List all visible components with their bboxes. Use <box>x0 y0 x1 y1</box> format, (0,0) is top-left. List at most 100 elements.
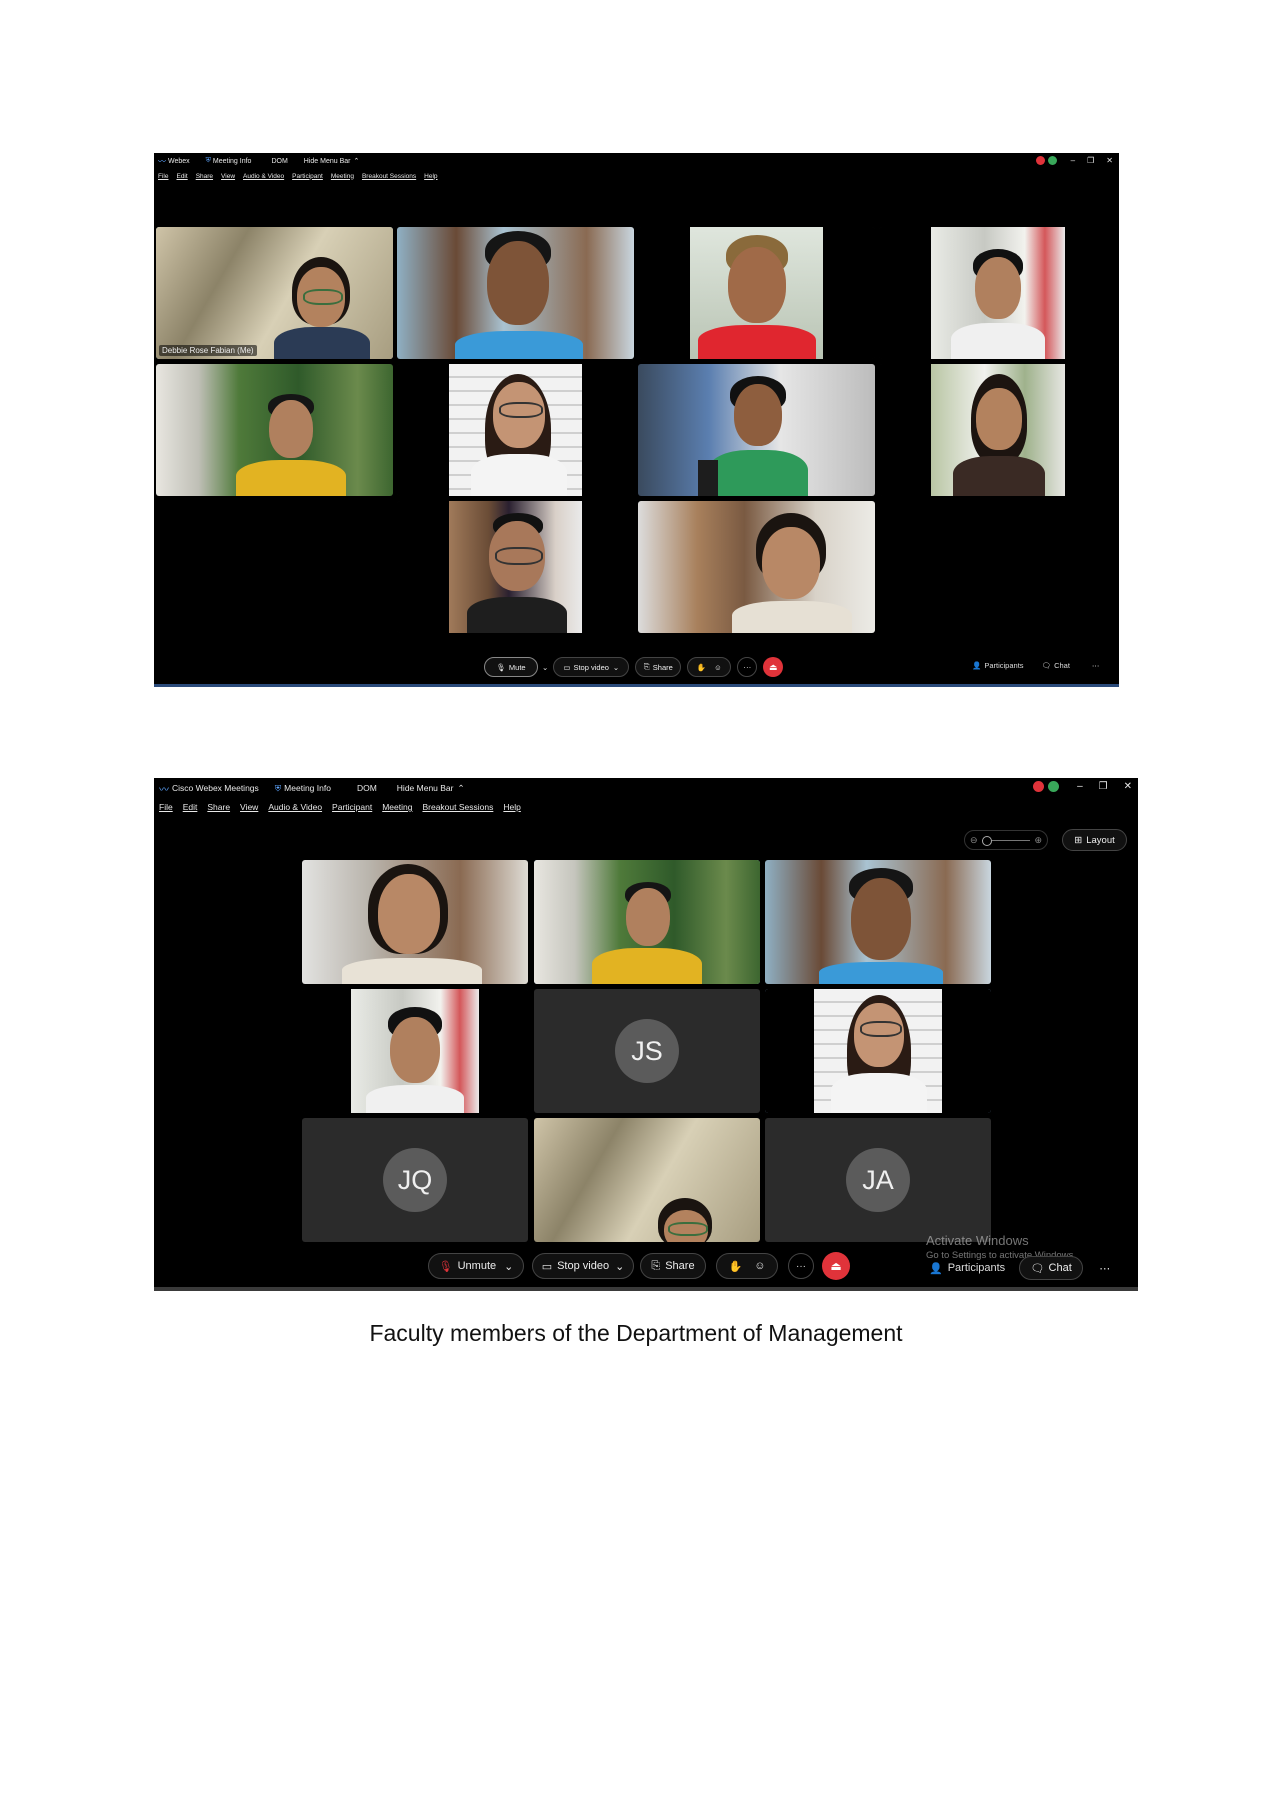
leave-icon: ⏏ <box>830 1259 842 1273</box>
webex-app-menu[interactable]: 〰 Webex <box>158 156 190 167</box>
meeting-controls: 🎙 Mute ⌄ ▭ Stop video ⌄ ⎘ Share ✋ ☺ ··· … <box>484 656 784 678</box>
webex-window-2: 〰 Cisco Webex Meetings ⛨ Meeting Info DO… <box>154 778 1138 1291</box>
minimize-icon[interactable]: – <box>1077 781 1083 792</box>
maximize-icon[interactable]: ❐ <box>1099 781 1108 792</box>
recording-status-icon <box>1035 156 1045 165</box>
zoom-out-icon[interactable]: ⊖ <box>970 835 978 846</box>
menu-share[interactable]: Share <box>207 802 230 812</box>
menu-edit[interactable]: Edit <box>183 802 198 812</box>
video-tile[interactable] <box>638 501 875 633</box>
chat-button[interactable]: 🗨 Chat <box>1042 661 1070 670</box>
chevron-down-icon: ⌄ <box>612 662 620 672</box>
window-controls: – ❐ ✕ <box>1033 781 1132 792</box>
more-options-button[interactable]: ··· <box>788 1253 814 1279</box>
video-tile[interactable] <box>638 227 875 359</box>
people-icon: 👤 <box>972 661 982 670</box>
chevron-down-icon[interactable]: ⌄ <box>542 663 548 672</box>
video-tile[interactable] <box>397 227 634 359</box>
minimize-icon[interactable]: – <box>1071 156 1075 165</box>
emoji-reaction-icon[interactable]: ☺ <box>714 663 722 672</box>
chat-button[interactable]: 🗨 Chat <box>1019 1256 1084 1280</box>
hide-menu-bar-button[interactable]: Hide Menu Bar ⌃ <box>397 783 465 794</box>
menu-breakout-sessions[interactable]: Breakout Sessions <box>422 802 493 812</box>
webex-app-menu[interactable]: 〰 Cisco Webex Meetings <box>159 781 259 796</box>
menu-edit[interactable]: Edit <box>176 173 187 180</box>
menu-meeting[interactable]: Meeting <box>331 173 354 180</box>
video-tile[interactable] <box>156 364 393 496</box>
video-tile-speaking[interactable] <box>765 989 991 1113</box>
zoom-slider-handle[interactable] <box>981 835 992 846</box>
video-tile[interactable] <box>534 860 760 984</box>
raise-hand-icon[interactable]: ✋ <box>697 663 706 672</box>
meeting-name: DOM <box>271 157 288 165</box>
raise-hand-icon[interactable]: ✋ <box>729 1260 743 1273</box>
avatar: JQ <box>383 1148 447 1212</box>
share-button[interactable]: ⎘ Share <box>635 657 682 677</box>
menu-participant[interactable]: Participant <box>332 802 372 812</box>
menu-view[interactable]: View <box>221 173 235 180</box>
participants-button[interactable]: 👤 Participants <box>972 661 1024 670</box>
menu-share[interactable]: Share <box>196 173 213 180</box>
video-tile[interactable] <box>397 501 634 633</box>
participant-face <box>728 247 786 323</box>
avatar-tile-js[interactable]: JS <box>534 989 760 1113</box>
unmute-button[interactable]: 🎙 Unmute ⌄ <box>428 1253 524 1279</box>
microphone-muted-icon: 🎙 <box>438 1260 453 1273</box>
video-camera-icon: ▭ <box>563 662 571 672</box>
shield-icon: ⛨ <box>205 157 211 164</box>
more-options-button[interactable]: ··· <box>737 657 758 677</box>
stop-video-button[interactable]: ▭ Stop video ⌄ <box>532 1253 634 1279</box>
emoji-reaction-icon[interactable]: ☺ <box>754 1260 765 1272</box>
leave-meeting-button[interactable]: ⏏ <box>763 657 784 677</box>
video-tile[interactable] <box>397 364 634 496</box>
menu-meeting[interactable]: Meeting <box>382 802 412 812</box>
taskbar-strip <box>154 684 1119 687</box>
meeting-info-button[interactable]: ⛨ Meeting Info <box>206 157 252 165</box>
menu-audio-video[interactable]: Audio & Video <box>243 173 284 180</box>
video-tile[interactable] <box>638 364 875 496</box>
menu-bar: File Edit Share View Audio & Video Parti… <box>154 798 1138 816</box>
overflow-icon[interactable]: ⋯ <box>1099 1262 1110 1275</box>
meeting-info-button[interactable]: ⛨ Meeting Info <box>275 783 331 794</box>
video-tile[interactable] <box>302 860 528 984</box>
video-tile[interactable] <box>879 227 1117 359</box>
hide-menu-bar-button[interactable]: Hide Menu Bar ⌃ <box>304 157 360 166</box>
overflow-icon[interactable]: ⋯ <box>1092 661 1100 670</box>
participant-face <box>762 527 820 599</box>
video-tile-self[interactable]: Debbie Rose Fabian (Me) <box>156 227 393 359</box>
menu-participant[interactable]: Participant <box>292 173 323 180</box>
menu-help[interactable]: Help <box>503 802 520 812</box>
participant-face <box>269 400 313 458</box>
avatar-tile-jq[interactable]: JQ <box>302 1118 528 1242</box>
layout-button[interactable]: ⊞ Layout <box>1062 829 1127 851</box>
close-icon[interactable]: ✕ <box>1106 156 1113 165</box>
close-icon[interactable]: ✕ <box>1124 781 1132 792</box>
mute-button[interactable]: 🎙 Mute <box>484 657 538 677</box>
leave-meeting-button[interactable]: ⏏ <box>822 1252 850 1280</box>
zoom-control: ⊖ ⊕ <box>964 830 1048 850</box>
participant-face <box>378 874 440 954</box>
stop-video-button[interactable]: ▭ Stop video ⌄ <box>553 657 630 677</box>
share-button[interactable]: ⎘ Share <box>640 1253 706 1279</box>
menu-breakout-sessions[interactable]: Breakout Sessions <box>362 173 416 180</box>
window-controls: – ❐ ✕ <box>1035 156 1113 165</box>
participant-face <box>851 878 911 960</box>
zoom-slider[interactable] <box>981 835 1031 846</box>
menu-file[interactable]: File <box>159 802 173 812</box>
menu-file[interactable]: File <box>158 173 168 180</box>
video-tile[interactable] <box>534 1118 760 1242</box>
avatar: JA <box>846 1148 910 1212</box>
menu-view[interactable]: View <box>240 802 258 812</box>
video-tile[interactable] <box>765 860 991 984</box>
zoom-in-icon[interactable]: ⊕ <box>1034 835 1042 846</box>
participant-face <box>487 241 549 325</box>
avatar: JS <box>615 1019 679 1083</box>
video-tile[interactable] <box>879 364 1117 496</box>
chevron-up-icon: ⌃ <box>353 158 360 165</box>
menu-audio-video[interactable]: Audio & Video <box>268 802 322 812</box>
video-tile[interactable] <box>302 989 528 1113</box>
participants-button[interactable]: 👤 Participants <box>929 1262 1005 1275</box>
maximize-icon[interactable]: ❐ <box>1087 156 1094 165</box>
avatar-tile-ja[interactable]: JA <box>765 1118 991 1242</box>
menu-help[interactable]: Help <box>424 173 437 180</box>
